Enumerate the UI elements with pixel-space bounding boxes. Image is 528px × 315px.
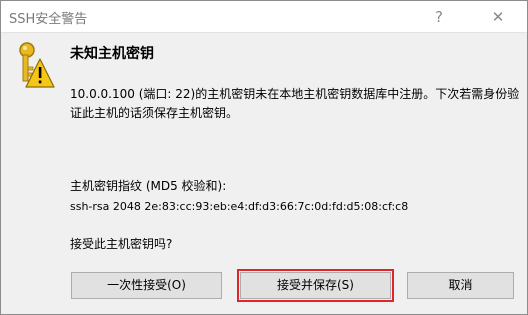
fingerprint-label: 主机密钥指纹 (MD5 校验和): (70, 179, 227, 193)
help-button[interactable]: ? (419, 1, 459, 33)
warning-message: 10.0.0.100 (端口: 22)的主机密钥未在本地主机密钥数据库中注册。下… (70, 87, 520, 120)
fingerprint-value: ssh-rsa 2048 2e:83:cc:93:eb:e4:df:d3:66:… (70, 200, 409, 213)
cancel-button[interactable]: 取消 (407, 272, 514, 299)
close-button[interactable]: ✕ (478, 1, 518, 33)
window-title: SSH安全警告 (9, 12, 88, 27)
ssh-security-warning-dialog: SSH安全警告 ? ✕ 未知主机密钥 10.0.0.100 (端口: 22)的主… (0, 0, 528, 315)
accept-once-button[interactable]: 一次性接受(O) (71, 272, 222, 299)
accept-and-save-button[interactable]: 接受并保存(S) (240, 272, 391, 299)
dialog-heading: 未知主机密钥 (70, 46, 154, 62)
key-warning-icon (19, 42, 55, 88)
title-bar: SSH安全警告 ? ✕ (1, 1, 527, 33)
accept-question: 接受此主机密钥吗? (70, 237, 173, 251)
